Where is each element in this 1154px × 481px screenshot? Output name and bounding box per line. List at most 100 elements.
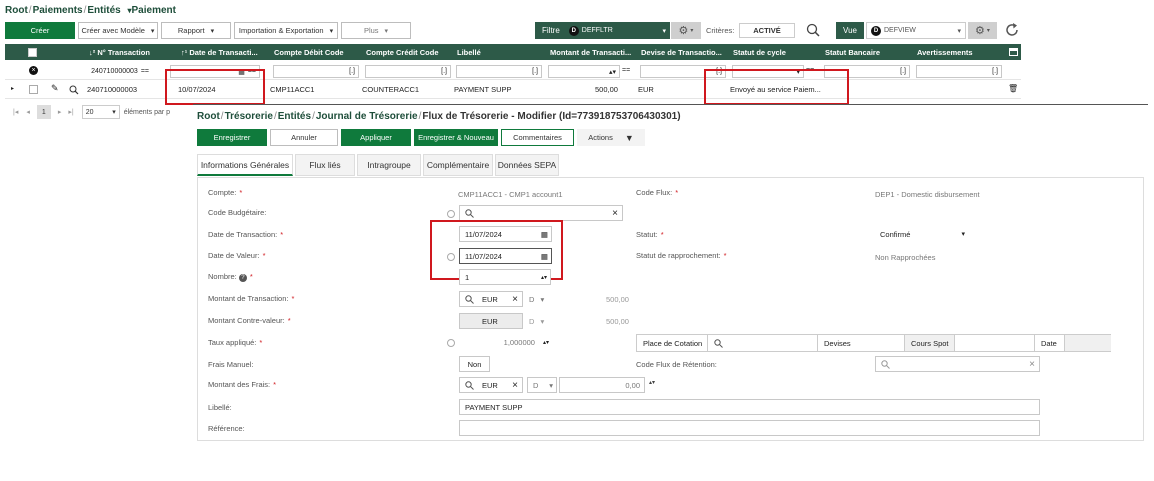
refresh-icon[interactable] bbox=[1004, 22, 1020, 38]
create-button[interactable]: Créer bbox=[5, 22, 75, 39]
breadcrumb-root[interactable]: Root bbox=[5, 5, 28, 16]
clear-filter-icon[interactable]: × bbox=[29, 66, 38, 75]
clear-icon[interactable]: × bbox=[512, 380, 518, 391]
currencies-label: Devises bbox=[817, 335, 904, 351]
spot-rate-input[interactable] bbox=[954, 335, 1034, 351]
filter-txn-input[interactable]: 240710000003 == bbox=[60, 65, 152, 78]
search-icon bbox=[465, 208, 474, 218]
label-input[interactable]: PAYMENT SUPP bbox=[459, 399, 1040, 415]
filter-debit-input[interactable]: [.] bbox=[273, 65, 359, 78]
prev-page-icon[interactable]: ◂ bbox=[26, 108, 30, 116]
column-chooser-icon[interactable] bbox=[1009, 48, 1018, 56]
search-icon bbox=[465, 380, 474, 390]
retention-code-input[interactable]: × bbox=[875, 356, 1040, 372]
view-selector[interactable]: D DEFVIEW ▾ bbox=[866, 22, 966, 39]
comments-button[interactable]: Commentaires bbox=[501, 129, 574, 146]
status-select[interactable]: Confirmé ▾ bbox=[875, 226, 968, 242]
caret-down-icon: ▼ bbox=[624, 132, 634, 143]
save-and-new-button[interactable]: Enregistrer & Nouveau bbox=[414, 129, 498, 146]
col-bank-status[interactable]: Statut Bancaire bbox=[825, 48, 880, 57]
tab-complementary[interactable]: Complémentaire bbox=[423, 154, 493, 176]
code-flux-value: DEP1 - Domestic disbursement bbox=[875, 190, 980, 199]
manual-fees-toggle[interactable]: Non bbox=[459, 356, 490, 372]
quotation-place-input[interactable] bbox=[707, 335, 817, 351]
col-label[interactable]: Libellé bbox=[457, 48, 481, 57]
amount-direction[interactable]: D ▾ bbox=[529, 295, 544, 304]
amount-label: Montant de Transaction: * bbox=[208, 294, 295, 303]
import-export-button[interactable]: Importation & Exportation bbox=[234, 22, 338, 39]
fees-amount-input[interactable]: 0,00 bbox=[559, 377, 645, 393]
search-icon bbox=[881, 359, 890, 369]
select-all-checkbox[interactable] bbox=[28, 48, 37, 57]
clear-icon[interactable]: × bbox=[512, 294, 518, 305]
reconciliation-status-value: Non Rapprochées bbox=[875, 253, 936, 262]
view-badge: D bbox=[871, 25, 881, 36]
rate-input[interactable]: 1,000000 ▴▾ bbox=[459, 334, 551, 350]
count-label: Nombre: ? * bbox=[208, 272, 253, 282]
next-page-icon[interactable]: ▸ bbox=[58, 108, 62, 116]
count-input[interactable]: 1 ▴▾ bbox=[459, 269, 551, 285]
actions-button[interactable]: Actions ▼ bbox=[577, 129, 645, 146]
create-with-model-button[interactable]: Créer avec Modèle bbox=[78, 22, 158, 39]
col-debit-account[interactable]: Compte Débit Code bbox=[274, 48, 344, 57]
tab-sepa-data[interactable]: Données SEPA bbox=[495, 154, 559, 176]
col-amount[interactable]: Montant de Transacti... bbox=[550, 48, 632, 57]
filter-warnings-input[interactable]: [.] bbox=[916, 65, 1002, 78]
filter-credit-input[interactable]: [.] bbox=[365, 65, 451, 78]
help-icon: ? bbox=[238, 274, 247, 282]
stepper-icon[interactable]: ▴▾ bbox=[649, 379, 655, 386]
budget-radio[interactable] bbox=[447, 210, 455, 218]
col-txn-number[interactable]: ↓² N° Transaction bbox=[89, 48, 150, 57]
amount-currency-input[interactable]: EUR × bbox=[459, 291, 523, 307]
criteria-status[interactable]: ACTIVÉ bbox=[739, 23, 795, 38]
filter-amount-input[interactable]: ▴▾ bbox=[548, 65, 620, 78]
first-page-icon[interactable]: |◂ bbox=[13, 108, 18, 116]
reference-input[interactable] bbox=[459, 420, 1040, 436]
table-row[interactable]: ▸ ✎ 240710000003 10/07/2024 CMP11ACC1 CO… bbox=[5, 81, 1021, 99]
col-cycle-status[interactable]: Statut de cycle bbox=[733, 48, 786, 57]
tab-intragroup[interactable]: Intragroupe bbox=[357, 154, 421, 176]
breadcrumb-entites[interactable]: Entités bbox=[87, 5, 120, 16]
expand-row-icon[interactable]: ▸ bbox=[11, 85, 14, 92]
filter-label-input[interactable]: [.] bbox=[456, 65, 542, 78]
row-currency: EUR bbox=[638, 85, 654, 94]
col-credit-account[interactable]: Compte Crédit Code bbox=[366, 48, 439, 57]
last-page-icon[interactable]: ▸| bbox=[68, 108, 73, 116]
breadcrumb-paiements[interactable]: Paiements bbox=[33, 5, 83, 16]
filter-settings-gear-icon[interactable]: ⚙ ▾ bbox=[671, 22, 701, 39]
budget-code-input[interactable]: × bbox=[459, 205, 623, 221]
view-settings-gear-icon[interactable]: ⚙ ▾ bbox=[968, 22, 997, 39]
clear-icon[interactable]: × bbox=[1029, 359, 1035, 370]
fees-currency-input[interactable]: EUR × bbox=[459, 377, 523, 393]
report-button[interactable]: Rapport bbox=[161, 22, 231, 39]
filter-selector[interactable]: Filtre D DEFFLTR ▾ bbox=[535, 22, 670, 39]
current-page[interactable]: 1 bbox=[36, 105, 51, 119]
manual-fees-label: Frais Manuel: bbox=[208, 360, 254, 369]
view-button[interactable]: Vue bbox=[836, 22, 864, 39]
date-input[interactable] bbox=[1064, 335, 1111, 351]
save-button[interactable]: Enregistrer bbox=[197, 129, 267, 146]
col-currency[interactable]: Devise de Transactio... bbox=[641, 48, 723, 57]
search-icon[interactable] bbox=[806, 23, 820, 37]
row-checkbox[interactable] bbox=[29, 85, 38, 94]
edit-pencil-icon[interactable]: ✎ bbox=[51, 83, 59, 94]
amount-value[interactable]: 500,00 bbox=[606, 295, 629, 304]
rate-radio[interactable] bbox=[447, 339, 455, 347]
cancel-button[interactable]: Annuler bbox=[270, 129, 338, 146]
col-txn-date[interactable]: ↑¹ Date de Transacti... bbox=[181, 48, 261, 57]
tab-general-info[interactable]: Informations Générales bbox=[197, 154, 293, 176]
page-size-select[interactable]: 20 ▾ bbox=[81, 105, 120, 119]
zoom-icon[interactable] bbox=[69, 85, 79, 95]
clear-icon[interactable]: × bbox=[612, 208, 618, 219]
tab-linked-flows[interactable]: Flux liés bbox=[295, 154, 355, 176]
grid-filter-row: × 240710000003 == ▦ == [.] [.] [.] ▴▾ == [… bbox=[5, 62, 1021, 80]
highlight-grid-status bbox=[704, 69, 849, 105]
stepper-icon: ▴▾ bbox=[542, 339, 549, 346]
delete-icon[interactable]: 🗑 bbox=[1008, 84, 1018, 93]
fees-direction-select[interactable]: D ▾ bbox=[527, 377, 557, 393]
breadcrumb: Root/Paiements/Entités ▾Paiement bbox=[5, 5, 176, 16]
apply-button[interactable]: Appliquer bbox=[341, 129, 411, 146]
col-warnings[interactable]: Avertissements bbox=[917, 48, 973, 57]
highlight-grid-date bbox=[165, 69, 265, 105]
more-button[interactable]: Plus bbox=[341, 22, 411, 39]
